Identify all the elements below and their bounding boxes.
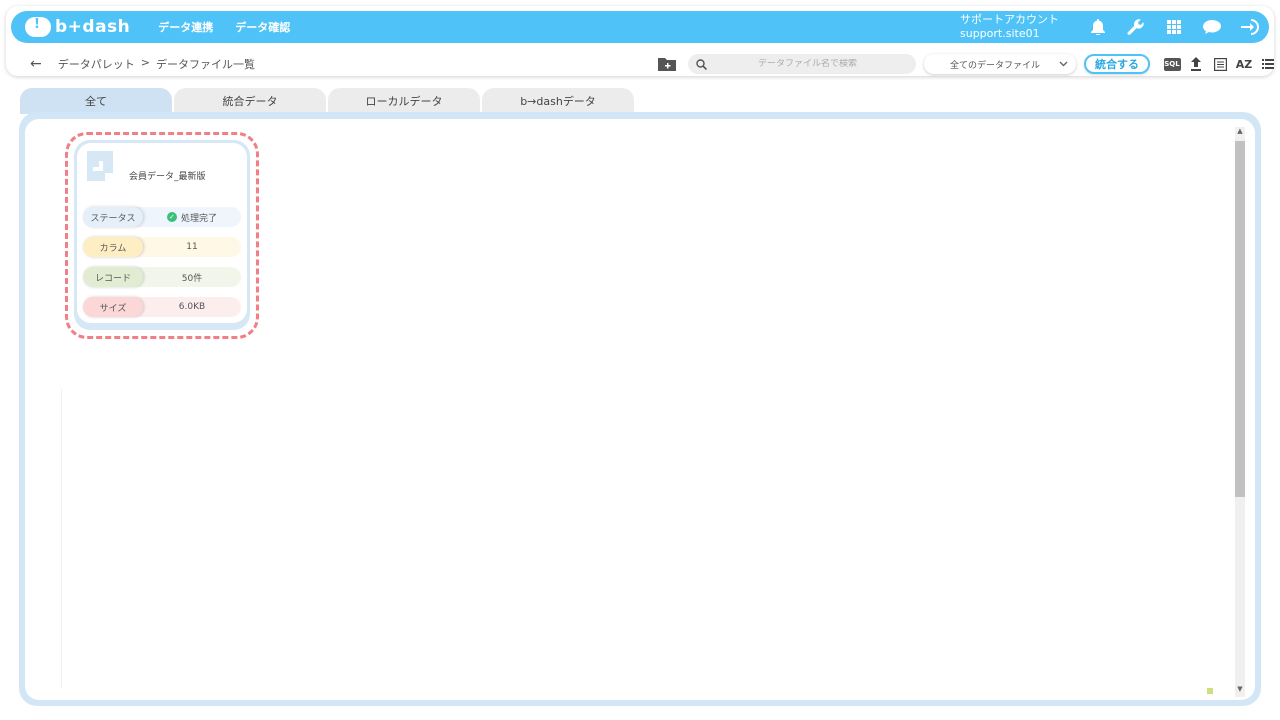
size-value: 6.0KB (178, 302, 206, 312)
column-row: カラム 11 (83, 237, 241, 257)
nav-data-check[interactable]: データ確認 (235, 19, 290, 35)
divider (61, 389, 62, 689)
sort-az-icon[interactable]: AZ (1235, 56, 1253, 72)
account-site: support.site01 (960, 27, 1040, 40)
status-text: 処理完了 (180, 213, 217, 224)
account-info[interactable]: サポートアカウント support.site01 (960, 13, 1059, 41)
scrollbar-thumb[interactable] (1235, 141, 1245, 497)
account-name: サポートアカウント (960, 13, 1059, 26)
logo[interactable]: b+dash (25, 17, 130, 37)
record-value: 50件 (181, 273, 203, 284)
nav-data-integration[interactable]: データ連携 (158, 19, 213, 35)
folder-add-icon[interactable] (658, 57, 676, 71)
corner-mark (1207, 688, 1213, 694)
status-row: ステータス ✓ 処理完了 (83, 207, 241, 227)
header: b+dash データ連携 データ確認 サポートアカウント support.sit… (6, 6, 1274, 76)
file-list-panel: 会員データ_最新版 ステータス ✓ 処理完了 カラム 11 レコード 50件 サ… (19, 112, 1261, 706)
logo-mark-icon (25, 17, 51, 37)
file-list-area: 会員データ_最新版 ステータス ✓ 処理完了 カラム 11 レコード 50件 サ… (25, 119, 1255, 700)
list-view-icon[interactable] (1211, 56, 1229, 72)
tab-bdash-data[interactable]: b→dashデータ (482, 88, 634, 114)
tab-local-data[interactable]: ローカルデータ (328, 88, 480, 114)
search-box[interactable] (688, 54, 916, 74)
top-navbar: b+dash データ連携 データ確認 サポートアカウント support.sit… (11, 11, 1269, 43)
column-label: カラム (83, 237, 143, 257)
size-label: サイズ (83, 297, 143, 317)
record-row: レコード 50件 (83, 267, 241, 287)
column-value: 11 (186, 242, 198, 252)
grid-icon[interactable] (1164, 17, 1184, 37)
breadcrumb-separator: > (140, 56, 150, 69)
record-label: レコード (83, 267, 143, 287)
tab-all[interactable]: 全て (20, 88, 172, 114)
status-label: ステータス (83, 207, 143, 227)
document-icon (87, 151, 113, 181)
file-filter-value: 全てのデータファイル (950, 60, 1041, 71)
wrench-icon[interactable] (1126, 17, 1146, 37)
breadcrumb: データパレット > データファイル一覧 (58, 56, 255, 72)
search-input[interactable] (707, 59, 908, 69)
vertical-scrollbar[interactable]: ▲ ▼ (1235, 127, 1245, 697)
tab-bar: 全て 統合データ ローカルデータ b→dashデータ (20, 88, 634, 114)
merge-button[interactable]: 統合する (1084, 54, 1150, 74)
size-row: サイズ 6.0KB (83, 297, 241, 317)
file-filter-select[interactable]: 全てのデータファイル (924, 54, 1076, 74)
chevron-down-icon (1059, 61, 1068, 67)
back-arrow-icon[interactable]: ← (30, 56, 42, 72)
support-icon[interactable] (1202, 17, 1222, 37)
upload-icon[interactable] (1187, 56, 1205, 72)
data-file-card[interactable]: 会員データ_最新版 ステータス ✓ 処理完了 カラム 11 レコード 50件 サ… (74, 140, 250, 330)
check-circle-icon: ✓ (166, 212, 177, 222)
bell-icon[interactable] (1088, 17, 1108, 37)
search-icon (696, 58, 707, 70)
sql-label: SQL (1163, 57, 1181, 71)
file-name: 会員データ_最新版 (129, 172, 206, 182)
menu-icon[interactable] (1259, 56, 1277, 72)
scroll-down-arrow-icon[interactable]: ▼ (1235, 685, 1245, 697)
logout-icon[interactable] (1240, 17, 1260, 37)
data-file-card-body: 会員データ_最新版 ステータス ✓ 処理完了 カラム 11 レコード 50件 サ… (77, 143, 247, 323)
status-value: ✓ 処理完了 (143, 211, 241, 224)
sql-icon[interactable]: SQL (1163, 56, 1181, 72)
toolbar: ← データパレット > データファイル一覧 全てのデータファイル 統合する SQ… (12, 46, 1280, 82)
tab-integrated-data[interactable]: 統合データ (174, 88, 326, 114)
scroll-up-arrow-icon[interactable]: ▲ (1235, 127, 1245, 139)
breadcrumb-current: データファイル一覧 (155, 58, 255, 71)
logo-text: b+dash (55, 17, 131, 37)
breadcrumb-data-palette[interactable]: データパレット (58, 56, 135, 72)
